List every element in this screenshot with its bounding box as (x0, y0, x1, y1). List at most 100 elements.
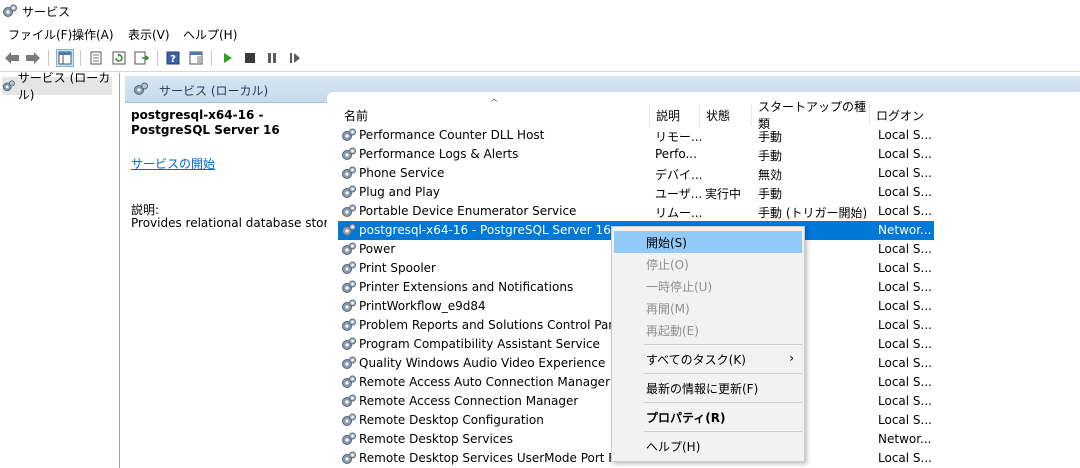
service-gear-icon (342, 166, 356, 179)
service-description-cell: リムー... (655, 206, 701, 220)
service-gear-icon (342, 394, 356, 407)
column-startup-type[interactable]: スタートアップの種類 (752, 100, 870, 131)
extended-pane: postgresql-x64-16 - PostgreSQL Server 16… (125, 103, 355, 468)
service-gear-icon (342, 337, 356, 350)
column-description[interactable]: 説明 (650, 104, 700, 126)
service-gear-icon (342, 299, 356, 312)
service-startup-type: 手動 (758, 130, 783, 144)
menu-bar: ファイル(F) 操作(A) 表示(V) ヘルプ(H) (0, 22, 1080, 44)
service-logon: Local S... (878, 337, 932, 351)
menu-separator (644, 431, 802, 432)
table-row[interactable]: Plug and Play ユーザ... 実行中 手動 Local S... (338, 183, 934, 202)
menu-item-refresh[interactable]: 最新の情報に更新(F) (614, 377, 802, 399)
service-name: Problem Reports and Solutions Control Pa… (359, 318, 646, 332)
menu-help[interactable]: ヘルプ(H) (183, 26, 237, 43)
service-name: Phone Service (359, 166, 445, 180)
service-logon: Local S... (878, 166, 932, 180)
service-gear-icon (342, 318, 356, 331)
service-logon: Local S... (878, 375, 932, 389)
column-name[interactable]: 名前 ^ (338, 98, 650, 126)
service-logon: Local S... (878, 204, 932, 218)
service-logon: Networ... (878, 223, 932, 237)
service-name: Remote Desktop Configuration (359, 413, 544, 427)
toolbar-separator (211, 50, 212, 66)
service-name: Program Compatibility Assistant Service (359, 337, 600, 351)
refresh-icon[interactable] (110, 49, 128, 67)
panel-title: サービス (ローカル) (159, 84, 269, 98)
tree-item-services-local[interactable]: サービス (ローカル) (2, 71, 112, 102)
menu-separator (644, 373, 802, 374)
selected-service-title: postgresql-x64-16 - PostgreSQL Server 16 (131, 108, 280, 137)
service-gear-icon (342, 204, 356, 217)
service-description: Provides relational database storage. (131, 216, 355, 230)
service-gear-icon (342, 261, 356, 274)
help-icon[interactable]: ? (164, 49, 182, 67)
menu-item-all-tasks[interactable]: すべてのタスク(K) › (614, 348, 802, 370)
service-gear-icon (342, 356, 356, 369)
table-row[interactable]: Performance Counter DLL Host リモー... 手動 Loca… (338, 126, 934, 145)
column-logon[interactable]: ログオン (870, 104, 934, 126)
service-gear-icon (342, 128, 356, 141)
service-gear-icon (342, 185, 356, 198)
menu-item-start[interactable]: 開始(S) (614, 231, 802, 253)
menu-view[interactable]: 表示(V) (128, 26, 170, 43)
service-logon: Local S... (878, 318, 932, 332)
menu-item-restart: 再起動(E) (646, 323, 699, 338)
service-logon: Local S... (878, 261, 932, 275)
service-name: postgresql-x64-16 - PostgreSQL Server 16 (359, 223, 611, 237)
service-logon: Local S... (878, 280, 932, 294)
service-name: Performance Counter DLL Host (359, 128, 545, 142)
title-bar: サービス (0, 0, 1080, 22)
column-status[interactable]: 状態 (700, 104, 752, 126)
table-row[interactable]: Portable Device Enumerator Service リムー...… (338, 202, 934, 221)
column-name-label: 名前 (344, 108, 369, 123)
start-service-link[interactable]: サービスの開始 (131, 155, 215, 172)
pause-icon[interactable] (263, 49, 281, 67)
restart-icon[interactable] (286, 49, 304, 67)
service-name: Plug and Play (359, 185, 441, 199)
service-name: Quality Windows Audio Video Experience (359, 356, 606, 370)
back-arrow-icon[interactable] (3, 49, 21, 67)
submenu-arrow-icon: › (789, 351, 794, 365)
service-name: Performance Logs & Alerts (359, 147, 519, 161)
context-menu: 開始(S) 停止(O) 一時停止(U) 再開(M) 再起動(E) すべてのタスク… (611, 226, 805, 462)
service-logon: Local S... (878, 147, 932, 161)
toolbar-separator (80, 50, 81, 66)
menu-item-help[interactable]: ヘルプ(H) (614, 435, 802, 457)
service-logon: Local S... (878, 451, 932, 465)
service-logon: Local S... (878, 299, 932, 313)
service-gear-icon (342, 432, 356, 445)
table-row[interactable]: Performance Logs & Alerts Perfo... 手動 Local… (338, 145, 934, 164)
menu-action[interactable]: 操作(A) (72, 26, 114, 43)
service-gear-icon (342, 280, 356, 293)
service-description-cell: リモー... (655, 130, 701, 144)
forward-arrow-icon[interactable] (24, 49, 42, 67)
service-description-cell: ユーザ... (655, 187, 701, 201)
service-gear-icon (342, 413, 356, 426)
export-list-icon[interactable] (133, 49, 151, 67)
sort-ascending-icon: ^ (490, 98, 499, 109)
menu-item-pause: 一時停止(U) (646, 279, 713, 294)
service-startup-type: 手動 (758, 187, 783, 201)
service-logon: Local S... (878, 185, 932, 199)
menu-item-all-tasks-label: すべてのタスク(K) (646, 352, 746, 367)
play-icon[interactable] (219, 49, 237, 67)
table-row[interactable]: Phone Service デバイ... 無効 Local S... (338, 164, 934, 183)
service-gear-icon (342, 147, 356, 160)
service-logon: Local S... (878, 356, 932, 370)
console-tree-icon[interactable] (56, 49, 74, 67)
service-logon: Local S... (878, 128, 932, 142)
menu-item-properties[interactable]: プロパティ(R) (614, 406, 802, 428)
menu-file[interactable]: ファイル(F) (8, 26, 72, 43)
toolbar-separator (157, 50, 158, 66)
service-gear-icon (342, 375, 356, 388)
tree-item-label: サービス (ローカル) (17, 71, 111, 102)
service-name: Print Spooler (359, 261, 436, 275)
service-name: Power (359, 242, 396, 256)
service-logon: Networ... (878, 432, 932, 446)
show-hide-action-pane-icon[interactable] (187, 49, 205, 67)
stop-icon[interactable] (241, 49, 259, 67)
properties-sheet-icon[interactable] (87, 49, 105, 67)
service-description-cell: デバイ... (655, 168, 701, 182)
service-startup-type: 手動 (トリガー開始) (758, 206, 868, 220)
